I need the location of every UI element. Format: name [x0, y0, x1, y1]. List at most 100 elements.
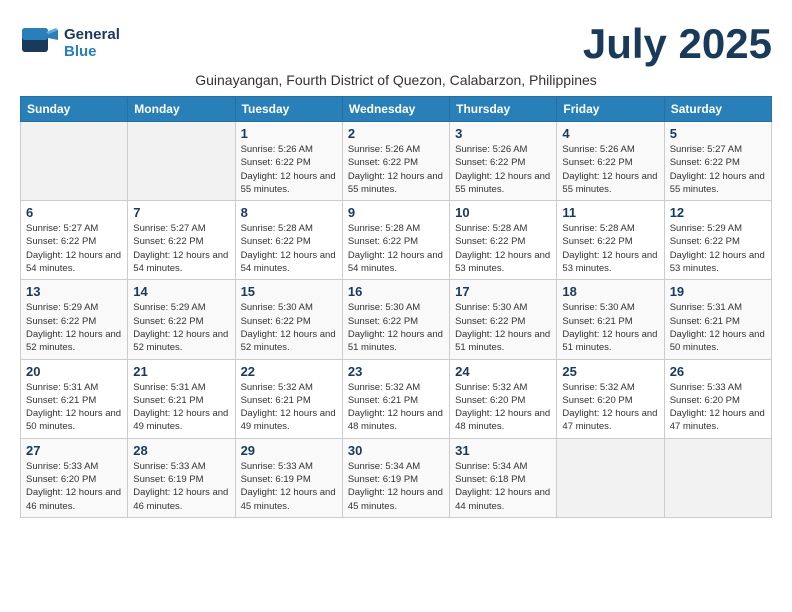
day-info: Sunrise: 5:32 AM Sunset: 6:21 PM Dayligh…	[348, 381, 444, 434]
day-number: 6	[26, 205, 122, 220]
day-info: Sunrise: 5:30 AM Sunset: 6:22 PM Dayligh…	[455, 301, 551, 354]
calendar-cell: 13 Sunrise: 5:29 AM Sunset: 6:22 PM Dayli…	[21, 280, 128, 359]
day-number: 21	[133, 364, 229, 379]
calendar-cell	[21, 122, 128, 201]
day-number: 13	[26, 284, 122, 299]
day-info: Sunrise: 5:33 AM Sunset: 6:20 PM Dayligh…	[26, 460, 122, 513]
day-number: 31	[455, 443, 551, 458]
day-number: 19	[670, 284, 766, 299]
day-info: Sunrise: 5:27 AM Sunset: 6:22 PM Dayligh…	[133, 222, 229, 275]
day-info: Sunrise: 5:28 AM Sunset: 6:22 PM Dayligh…	[455, 222, 551, 275]
day-info: Sunrise: 5:31 AM Sunset: 6:21 PM Dayligh…	[26, 381, 122, 434]
calendar-cell	[557, 438, 664, 517]
calendar-cell: 26Sunrise: 5:33 AM Sunset: 6:20 PM Dayli…	[664, 359, 771, 438]
day-number: 3	[455, 126, 551, 141]
day-number: 14	[133, 284, 229, 299]
weekday-header-friday: Friday	[557, 97, 664, 122]
day-info: Sunrise: 5:31 AM Sunset: 6:21 PM Dayligh…	[670, 301, 766, 354]
weekday-header-monday: Monday	[128, 97, 235, 122]
calendar-cell: 16Sunrise: 5:30 AM Sunset: 6:22 PM Dayli…	[342, 280, 449, 359]
calendar-cell: 29Sunrise: 5:33 AM Sunset: 6:19 PM Dayli…	[235, 438, 342, 517]
calendar-cell: 5 Sunrise: 5:27 AM Sunset: 6:22 PM Daylig…	[664, 122, 771, 201]
day-number: 11	[562, 205, 658, 220]
calendar-cell: 10 Sunrise: 5:28 AM Sunset: 6:22 PM Dayli…	[450, 201, 557, 280]
day-number: 24	[455, 364, 551, 379]
calendar-week-2: 6 Sunrise: 5:27 AM Sunset: 6:22 PM Daylig…	[21, 201, 772, 280]
day-info: Sunrise: 5:29 AM Sunset: 6:22 PM Dayligh…	[133, 301, 229, 354]
calendar-header: SundayMondayTuesdayWednesdayThursdayFrid…	[21, 97, 772, 122]
day-number: 30	[348, 443, 444, 458]
calendar-cell: 1Sunrise: 5:26 AM Sunset: 6:22 PM Daylig…	[235, 122, 342, 201]
calendar-cell: 4Sunrise: 5:26 AM Sunset: 6:22 PM Daylig…	[557, 122, 664, 201]
day-number: 5	[670, 126, 766, 141]
weekday-header-tuesday: Tuesday	[235, 97, 342, 122]
day-info: Sunrise: 5:27 AM Sunset: 6:22 PM Dayligh…	[670, 143, 766, 196]
calendar-cell: 2 Sunrise: 5:26 AM Sunset: 6:22 PM Daylig…	[342, 122, 449, 201]
calendar-week-4: 20 Sunrise: 5:31 AM Sunset: 6:21 PM Dayli…	[21, 359, 772, 438]
calendar-cell: 3 Sunrise: 5:26 AM Sunset: 6:22 PM Daylig…	[450, 122, 557, 201]
calendar-table: SundayMondayTuesdayWednesdayThursdayFrid…	[20, 96, 772, 518]
day-number: 20	[26, 364, 122, 379]
day-info: Sunrise: 5:26 AM Sunset: 6:22 PM Dayligh…	[455, 143, 551, 196]
calendar-week-5: 27Sunrise: 5:33 AM Sunset: 6:20 PM Dayli…	[21, 438, 772, 517]
weekday-header-row: SundayMondayTuesdayWednesdayThursdayFrid…	[21, 97, 772, 122]
day-info: Sunrise: 5:30 AM Sunset: 6:21 PM Dayligh…	[562, 301, 658, 354]
calendar-week-3: 13 Sunrise: 5:29 AM Sunset: 6:22 PM Dayli…	[21, 280, 772, 359]
day-info: Sunrise: 5:27 AM Sunset: 6:22 PM Dayligh…	[26, 222, 122, 275]
calendar-cell: 9Sunrise: 5:28 AM Sunset: 6:22 PM Daylig…	[342, 201, 449, 280]
calendar-cell: 20 Sunrise: 5:31 AM Sunset: 6:21 PM Dayli…	[21, 359, 128, 438]
day-info: Sunrise: 5:30 AM Sunset: 6:22 PM Dayligh…	[348, 301, 444, 354]
day-number: 23	[348, 364, 444, 379]
day-info: Sunrise: 5:31 AM Sunset: 6:21 PM Dayligh…	[133, 381, 229, 434]
day-info: Sunrise: 5:32 AM Sunset: 6:20 PM Dayligh…	[455, 381, 551, 434]
calendar-cell: 12 Sunrise: 5:29 AM Sunset: 6:22 PM Dayli…	[664, 201, 771, 280]
weekday-header-sunday: Sunday	[21, 97, 128, 122]
day-info: Sunrise: 5:28 AM Sunset: 6:22 PM Dayligh…	[562, 222, 658, 275]
day-number: 2	[348, 126, 444, 141]
calendar-cell: 11 Sunrise: 5:28 AM Sunset: 6:22 PM Dayli…	[557, 201, 664, 280]
logo: General Blue	[20, 20, 120, 65]
calendar-cell: 31 Sunrise: 5:34 AM Sunset: 6:18 PM Dayli…	[450, 438, 557, 517]
day-number: 4	[562, 126, 658, 141]
weekday-header-thursday: Thursday	[450, 97, 557, 122]
logo-icon	[20, 20, 60, 65]
logo-text: General Blue	[64, 26, 120, 60]
weekday-header-saturday: Saturday	[664, 97, 771, 122]
day-number: 25	[562, 364, 658, 379]
calendar-cell: 19 Sunrise: 5:31 AM Sunset: 6:21 PM Dayli…	[664, 280, 771, 359]
day-info: Sunrise: 5:33 AM Sunset: 6:20 PM Dayligh…	[670, 381, 766, 434]
calendar-cell: 7 Sunrise: 5:27 AM Sunset: 6:22 PM Daylig…	[128, 201, 235, 280]
calendar-cell: 14 Sunrise: 5:29 AM Sunset: 6:22 PM Dayli…	[128, 280, 235, 359]
day-info: Sunrise: 5:26 AM Sunset: 6:22 PM Dayligh…	[348, 143, 444, 196]
calendar-cell: 6 Sunrise: 5:27 AM Sunset: 6:22 PM Daylig…	[21, 201, 128, 280]
day-info: Sunrise: 5:34 AM Sunset: 6:18 PM Dayligh…	[455, 460, 551, 513]
day-number: 10	[455, 205, 551, 220]
calendar-cell	[664, 438, 771, 517]
day-info: Sunrise: 5:32 AM Sunset: 6:20 PM Dayligh…	[562, 381, 658, 434]
day-number: 7	[133, 205, 229, 220]
calendar-cell: 8Sunrise: 5:28 AM Sunset: 6:22 PM Daylig…	[235, 201, 342, 280]
day-number: 8	[241, 205, 337, 220]
day-number: 15	[241, 284, 337, 299]
calendar-cell	[128, 122, 235, 201]
day-info: Sunrise: 5:28 AM Sunset: 6:22 PM Dayligh…	[348, 222, 444, 275]
day-info: Sunrise: 5:29 AM Sunset: 6:22 PM Dayligh…	[670, 222, 766, 275]
day-info: Sunrise: 5:34 AM Sunset: 6:19 PM Dayligh…	[348, 460, 444, 513]
day-number: 12	[670, 205, 766, 220]
calendar-week-1: 1Sunrise: 5:26 AM Sunset: 6:22 PM Daylig…	[21, 122, 772, 201]
calendar-cell: 25 Sunrise: 5:32 AM Sunset: 6:20 PM Dayli…	[557, 359, 664, 438]
calendar-cell: 21 Sunrise: 5:31 AM Sunset: 6:21 PM Dayli…	[128, 359, 235, 438]
day-info: Sunrise: 5:32 AM Sunset: 6:21 PM Dayligh…	[241, 381, 337, 434]
day-info: Sunrise: 5:33 AM Sunset: 6:19 PM Dayligh…	[241, 460, 337, 513]
calendar-cell: 27Sunrise: 5:33 AM Sunset: 6:20 PM Dayli…	[21, 438, 128, 517]
page-header: General Blue July 2025	[20, 20, 772, 68]
day-number: 28	[133, 443, 229, 458]
month-title: July 2025	[583, 20, 772, 68]
calendar-cell: 17Sunrise: 5:30 AM Sunset: 6:22 PM Dayli…	[450, 280, 557, 359]
calendar-subtitle: Guinayangan, Fourth District of Quezon, …	[20, 72, 772, 88]
calendar-cell: 22Sunrise: 5:32 AM Sunset: 6:21 PM Dayli…	[235, 359, 342, 438]
calendar-cell: 15Sunrise: 5:30 AM Sunset: 6:22 PM Dayli…	[235, 280, 342, 359]
calendar-cell: 30 Sunrise: 5:34 AM Sunset: 6:19 PM Dayli…	[342, 438, 449, 517]
day-info: Sunrise: 5:29 AM Sunset: 6:22 PM Dayligh…	[26, 301, 122, 354]
calendar-cell: 28Sunrise: 5:33 AM Sunset: 6:19 PM Dayli…	[128, 438, 235, 517]
